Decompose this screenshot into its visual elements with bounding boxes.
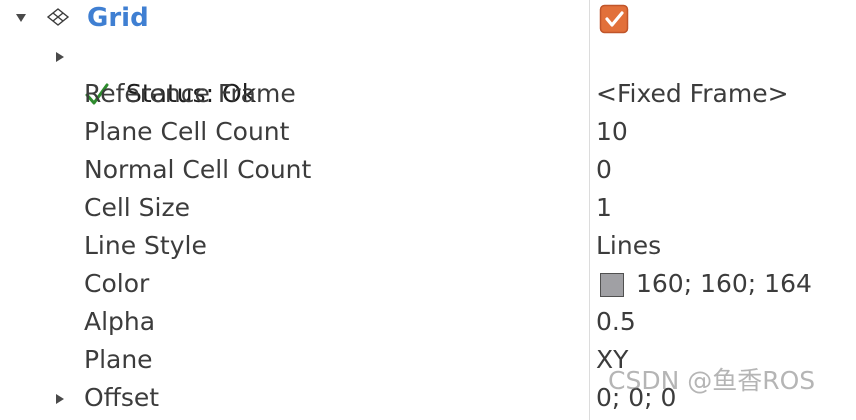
- property-label: Alpha: [84, 307, 156, 336]
- property-label: Plane: [84, 345, 153, 374]
- property-label: Reference Frame: [84, 79, 296, 108]
- property-label: Cell Size: [84, 193, 190, 222]
- property-label: Normal Cell Count: [84, 155, 312, 184]
- property-row-line-style[interactable]: Line Style Lines: [0, 228, 856, 266]
- property-label: Plane Cell Count: [84, 117, 290, 146]
- property-value[interactable]: <Fixed Frame>: [596, 79, 789, 109]
- property-value[interactable]: 10: [596, 117, 628, 147]
- property-row-reference-frame[interactable]: Reference Frame <Fixed Frame>: [0, 76, 856, 114]
- watermark: CSDN @鱼香ROS: [608, 366, 816, 395]
- property-label: Offset: [84, 383, 160, 412]
- property-row-alpha[interactable]: Alpha 0.5: [0, 304, 856, 342]
- property-value[interactable]: 1: [596, 193, 612, 223]
- property-row-cell-size[interactable]: Cell Size 1: [0, 190, 856, 228]
- status-row[interactable]: Status: Ok: [0, 38, 856, 108]
- property-row-color[interactable]: Color 160; 160; 164: [0, 266, 856, 304]
- chevron-right-icon[interactable]: [56, 52, 64, 62]
- enabled-checkbox[interactable]: [599, 4, 629, 34]
- property-label: Line Style: [84, 231, 207, 260]
- color-swatch[interactable]: [600, 273, 624, 297]
- property-tree: Grid Status: Ok Reference Frame <Fixed F…: [0, 0, 856, 420]
- property-value[interactable]: 0: [596, 155, 612, 185]
- property-row-normal-cell-count[interactable]: Normal Cell Count 0: [0, 152, 856, 190]
- display-name: Grid: [87, 3, 149, 33]
- property-value[interactable]: 160; 160; 164: [636, 269, 812, 299]
- property-value[interactable]: 0.5: [596, 307, 636, 337]
- chevron-down-icon[interactable]: [16, 14, 26, 22]
- property-value[interactable]: Lines: [596, 231, 661, 261]
- chevron-right-icon[interactable]: [56, 394, 64, 404]
- display-row-grid[interactable]: Grid: [0, 0, 856, 38]
- property-row-plane-cell-count[interactable]: Plane Cell Count 10: [0, 114, 856, 152]
- property-label: Color: [84, 269, 150, 298]
- grid-display-icon: [46, 8, 70, 26]
